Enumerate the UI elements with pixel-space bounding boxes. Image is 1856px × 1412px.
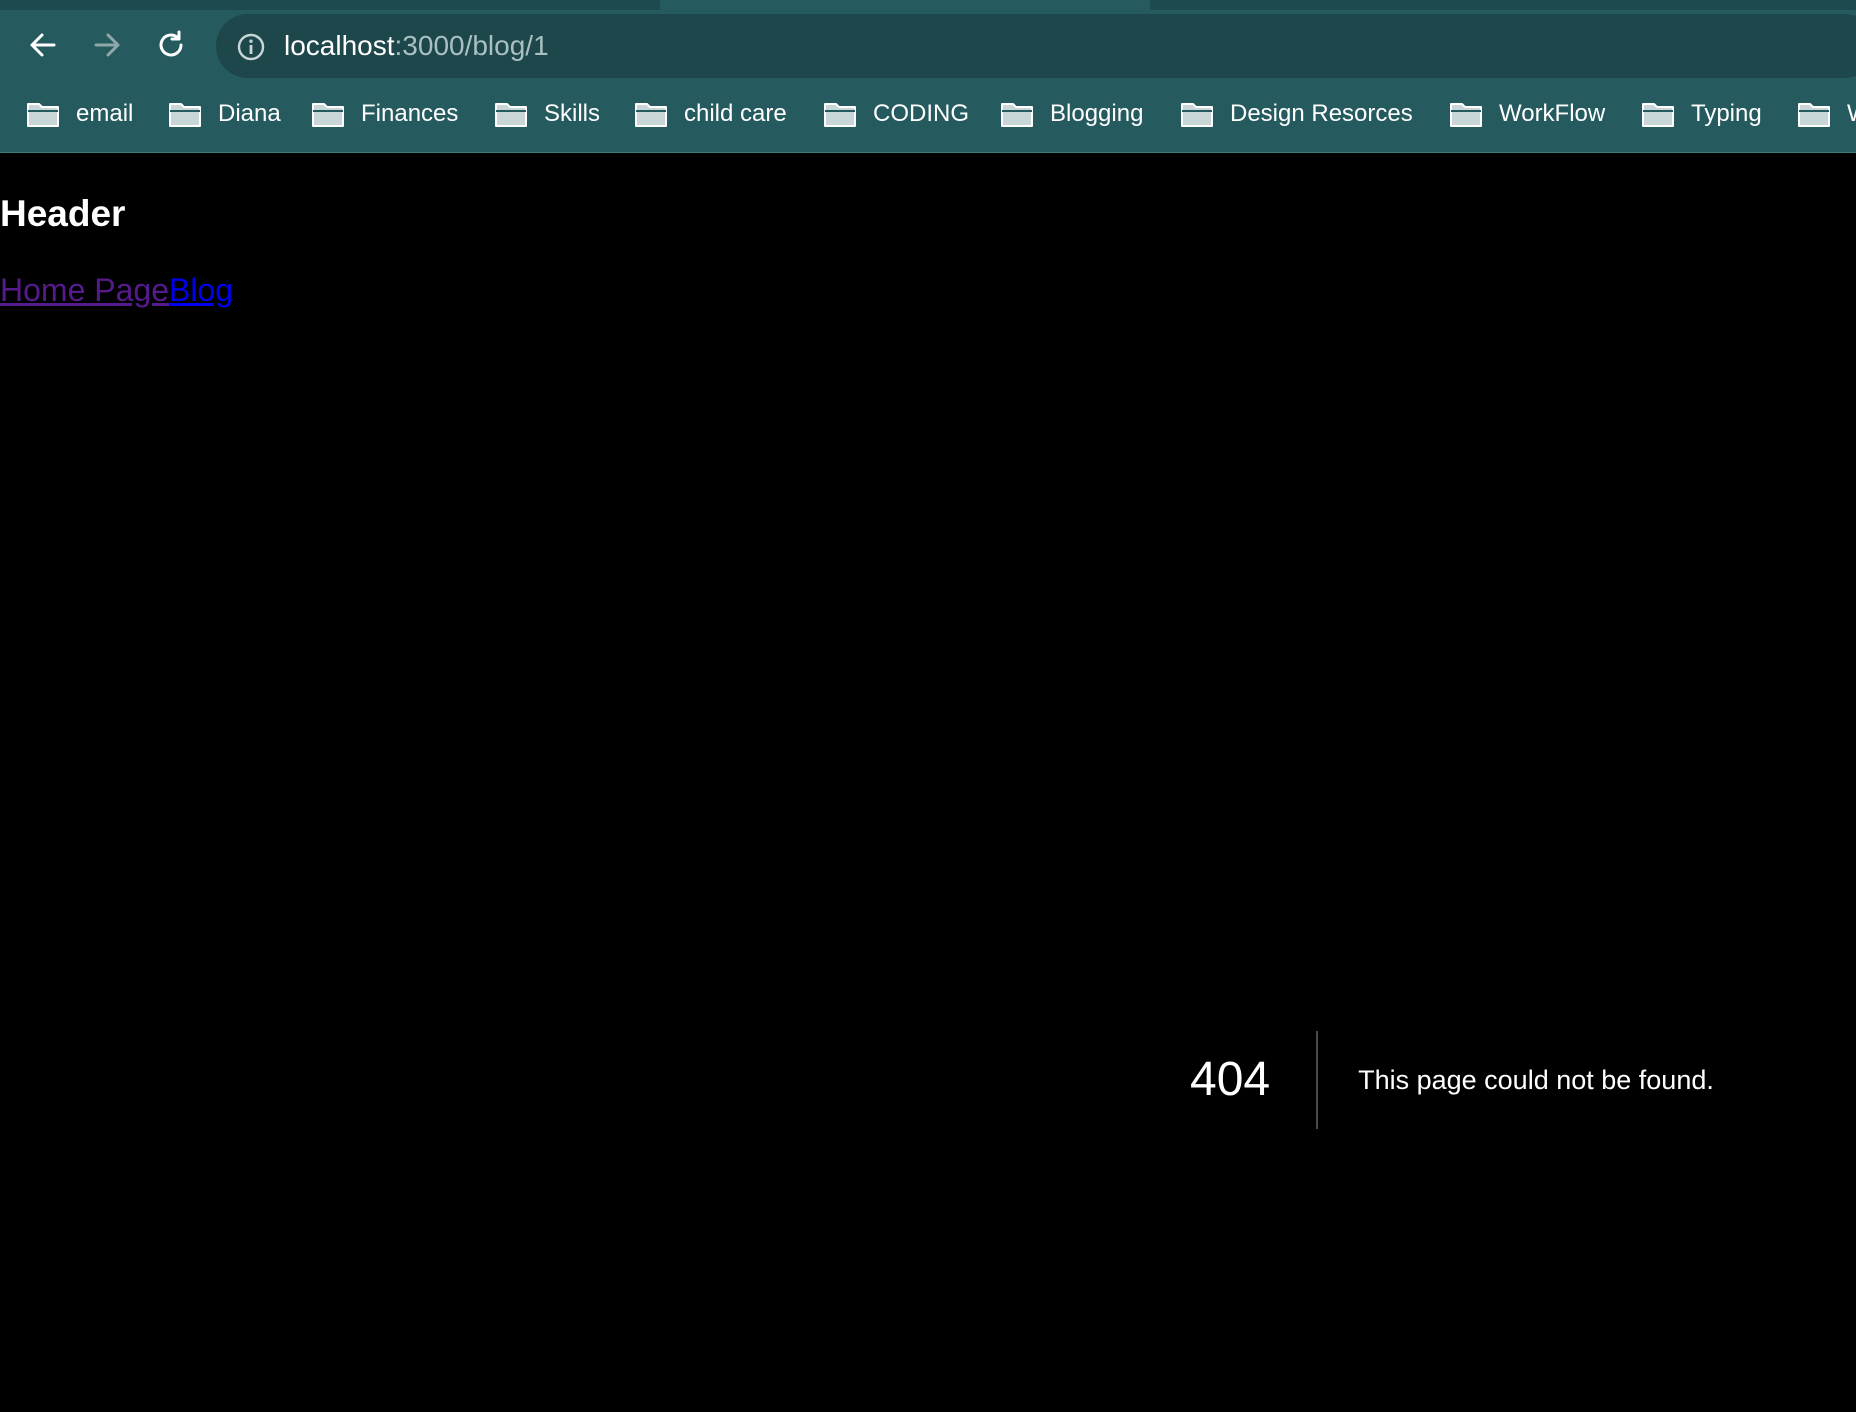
info-icon[interactable] [236, 32, 266, 62]
bookmark-folder[interactable]: Typing [1641, 92, 1762, 136]
url-host: localhost [284, 30, 395, 61]
bookmark-label: CODING [873, 100, 969, 127]
bookmark-folder[interactable]: Blogging [1000, 92, 1143, 136]
bookmark-folder[interactable]: Design Resorces [1180, 92, 1413, 136]
folder-icon [1450, 103, 1482, 127]
arrow-right-icon [94, 33, 120, 57]
browser-chrome: localhost:3000/blog/1 email Diana Finances… [0, 0, 1856, 153]
folder-icon [1642, 103, 1674, 127]
bookmark-folder[interactable]: Finances [311, 92, 458, 136]
back-button[interactable] [20, 22, 66, 68]
folder-icon [1001, 103, 1033, 127]
error-message: This page could not be found. [1358, 1065, 1714, 1095]
folder-icon [312, 103, 344, 127]
folder-icon [824, 103, 856, 127]
folder-icon [495, 103, 527, 127]
browser-toolbar: localhost:3000/blog/1 [0, 10, 1856, 78]
not-found-error: 404 This page could not be found. [1190, 1031, 1714, 1129]
folder-icon [27, 103, 59, 127]
url-path: :3000/blog/1 [394, 30, 549, 61]
folder-icon [1798, 103, 1830, 127]
page-content: Header Home PageBlog 404 This page could… [0, 153, 1856, 1412]
bookmark-label: W [1847, 99, 1856, 129]
reload-icon [159, 30, 183, 57]
bookmark-folder[interactable]: Skills [494, 92, 600, 136]
bookmark-label: Diana [218, 100, 281, 127]
bookmark-label: child care [684, 100, 787, 127]
bookmark-label: WorkFlow [1499, 100, 1606, 127]
bookmark-folder[interactable]: CODING [823, 92, 969, 136]
address-bar-url[interactable]: localhost:3000/blog/1 [284, 28, 549, 64]
reload-button[interactable] [148, 22, 194, 68]
folder-icon [169, 103, 201, 127]
site-nav: Home PageBlog [0, 269, 233, 311]
bookmark-label: Blogging [1050, 100, 1144, 127]
bookmark-label: Typing [1691, 100, 1762, 127]
arrow-left-icon [30, 33, 56, 57]
tab-strip [0, 0, 1856, 10]
bookmark-label: Design Resorces [1230, 100, 1413, 127]
page-header-title: Header [0, 193, 126, 234]
error-code: 404 [1190, 1053, 1271, 1106]
bookmark-label: Finances [361, 100, 459, 127]
folder-icon [1181, 103, 1213, 127]
bookmark-folder[interactable]: W [1797, 92, 1856, 136]
bookmark-folder[interactable]: WorkFlow [1449, 92, 1605, 136]
bookmark-label: email [76, 100, 134, 127]
active-tab[interactable] [660, 0, 1150, 10]
home-page-link[interactable]: Home Page [0, 272, 169, 308]
bookmark-label: Skills [544, 100, 601, 127]
bookmark-folder[interactable]: email [26, 92, 133, 136]
forward-button[interactable] [84, 22, 130, 68]
address-bar[interactable]: localhost:3000/blog/1 [216, 14, 1856, 78]
bookmark-folder[interactable]: child care [634, 92, 787, 136]
blog-link[interactable]: Blog [169, 272, 233, 308]
folder-icon [635, 103, 667, 127]
bookmark-folder[interactable]: Diana [168, 92, 281, 136]
bookmarks-bar: email Diana Finances Skills child care CODING… [0, 92, 1856, 136]
